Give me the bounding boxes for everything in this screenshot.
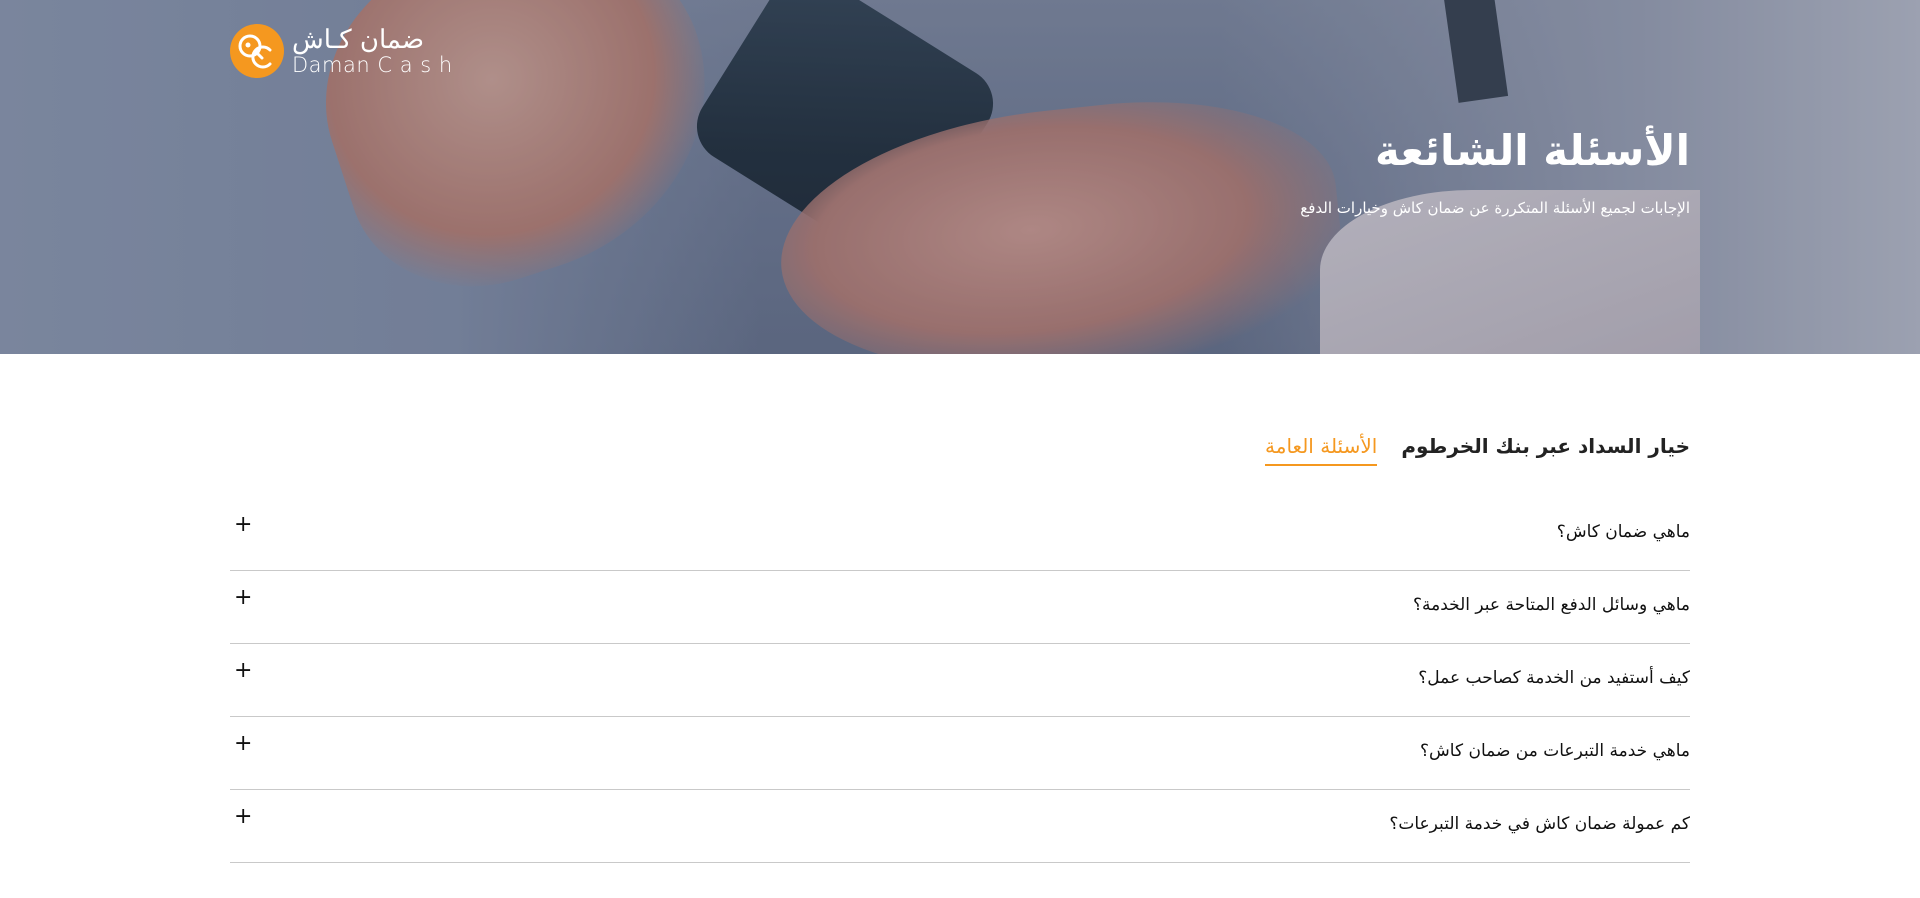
faq-question: ماهي وسائل الدفع المتاحة عبر الخدمة؟ [1412, 595, 1690, 615]
faq-question: ماهي خدمة التبرعات من ضمان كاش؟ [1420, 741, 1690, 761]
plus-icon[interactable]: + [234, 660, 252, 682]
faq-item-donations-commission[interactable]: كم عمولة ضمان كاش في خدمة التبرعات؟ + [230, 790, 1690, 863]
page-subtitle: الإجابات لجميع الأسئلة المتكررة عن ضمان … [1300, 199, 1690, 217]
faq-item-payment-methods[interactable]: ماهي وسائل الدفع المتاحة عبر الخدمة؟ + [230, 571, 1690, 644]
faq-question: ماهي ضمان كاش؟ [1556, 522, 1690, 542]
hero-banner: ضمان كـاش Daman C a s h الأسئلة الشائعة … [0, 0, 1920, 354]
logo-text-english: Daman C a s h [292, 52, 453, 77]
faq-tabs: الأسئلة العامة خيار السداد عبر بنك الخرط… [1265, 434, 1690, 466]
faq-question: كم عمولة ضمان كاش في خدمة التبرعات؟ [1389, 814, 1690, 834]
faq-item-donations-service[interactable]: ماهي خدمة التبرعات من ضمان كاش؟ + [230, 717, 1690, 790]
logo-text-arabic: ضمان كـاش [292, 24, 425, 55]
plus-icon[interactable]: + [234, 514, 252, 536]
faq-item-business-owner[interactable]: كيف أستفيد من الخدمة كصاحب عمل؟ + [230, 644, 1690, 717]
plus-icon[interactable]: + [234, 587, 252, 609]
plus-icon[interactable]: + [234, 733, 252, 755]
faq-question: كيف أستفيد من الخدمة كصاحب عمل؟ [1418, 668, 1690, 688]
page-title: الأسئلة الشائعة [1375, 126, 1690, 175]
daman-cash-logo-icon [230, 24, 284, 78]
site-logo[interactable]: ضمان كـاش Daman C a s h [230, 24, 453, 78]
plus-icon[interactable]: + [234, 806, 252, 828]
faq-list: ماهي ضمان كاش؟ + ماهي وسائل الدفع المتاح… [230, 498, 1690, 863]
tab-khartoum-bank-payment[interactable]: خيار السداد عبر بنك الخرطوم [1401, 434, 1690, 466]
faq-item-what-is-daman-cash[interactable]: ماهي ضمان كاش؟ + [230, 498, 1690, 571]
tab-general-questions[interactable]: الأسئلة العامة [1265, 434, 1378, 466]
